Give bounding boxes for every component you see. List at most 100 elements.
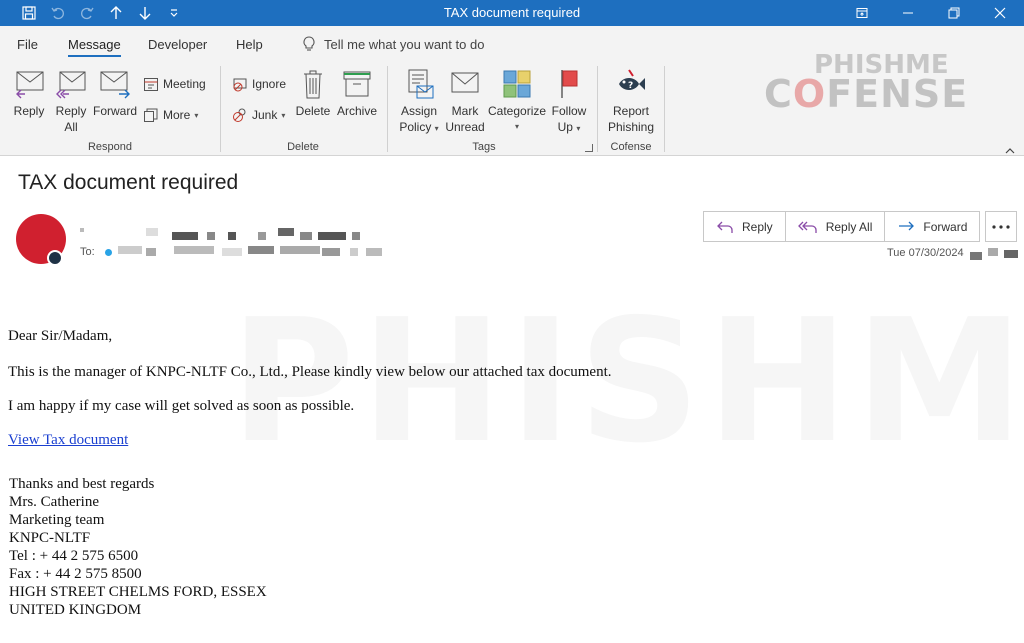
calendar-icon (144, 78, 158, 91)
junk-icon (233, 108, 246, 122)
report-phishing-label-1: Report (612, 104, 650, 118)
ribbon-display-icon[interactable] (839, 0, 885, 26)
header-reply-all-button[interactable]: Reply All (786, 212, 886, 241)
close-icon[interactable] (977, 0, 1023, 26)
reply-all-button[interactable]: Reply All (52, 68, 90, 135)
mark-unread-label-2: Unread (445, 120, 485, 134)
follow-up-button[interactable]: Follow Up ▾ (548, 68, 590, 137)
more-actions-button[interactable] (985, 211, 1017, 242)
more-label: More (163, 108, 191, 122)
dialog-launcher-icon[interactable] (585, 144, 593, 152)
reply-icon (16, 71, 44, 99)
delete-label: Delete (295, 104, 331, 118)
tab-help[interactable]: Help (236, 37, 263, 52)
reply-all-label-2: All (64, 120, 78, 134)
archive-button[interactable]: Archive (335, 68, 379, 119)
report-phishing-button[interactable]: ? Report Phishing (604, 68, 658, 135)
meeting-button[interactable]: Meeting (143, 76, 206, 92)
tab-message[interactable]: Message (68, 37, 121, 57)
report-phishing-label-2: Phishing (607, 120, 655, 134)
assign-policy-label-2: Policy (399, 120, 432, 134)
body-line-1: This is the manager of KNPC-NLTF Co., Lt… (8, 364, 612, 380)
forward-button[interactable]: Forward (92, 68, 138, 119)
body-line-2: I am happy if my case will get solved as… (8, 398, 355, 414)
mark-unread-icon (451, 72, 479, 93)
ignore-icon (233, 78, 247, 92)
tell-me-search[interactable]: Tell me what you want to do (302, 36, 484, 52)
svg-text:?: ? (628, 81, 633, 91)
tags-group-label: Tags (472, 141, 496, 153)
ignore-label: Ignore (252, 77, 287, 91)
mark-unread-button[interactable]: Mark Unread (445, 68, 485, 135)
title-bar: TAX document required (0, 0, 1024, 26)
to-label: To: (80, 246, 95, 258)
cofense-logo: PHISHME COFENSE (764, 50, 976, 122)
chevron-down-icon: ▾ (194, 110, 199, 120)
assign-policy-icon (408, 69, 434, 99)
more-respond-button[interactable]: More ▾ (143, 107, 198, 123)
signature-line: Marketing team (9, 512, 105, 528)
archive-icon (343, 71, 371, 97)
categorize-label: Categorize (488, 104, 547, 118)
collapse-ribbon-icon[interactable] (1005, 144, 1015, 158)
redo-icon[interactable] (73, 0, 101, 26)
categorize-button[interactable]: Categorize ▾ (488, 68, 546, 135)
signature-line: Thanks and best regards (9, 476, 155, 492)
mark-unread-label-1: Mark (451, 104, 479, 118)
header-forward-button[interactable]: Forward (885, 212, 979, 241)
delete-button[interactable]: Delete (295, 68, 331, 119)
assign-policy-button[interactable]: Assign Policy ▾ (396, 68, 442, 137)
reply-button[interactable]: Reply (10, 68, 48, 119)
ribbon-divider (597, 66, 598, 152)
respond-group-label: Respond (87, 141, 133, 153)
follow-up-label-2: Up (557, 120, 573, 134)
header-reply-label: Reply (742, 219, 773, 234)
undo-icon[interactable] (44, 0, 72, 26)
follow-up-label-1: Follow (551, 104, 587, 118)
tab-file[interactable]: File (17, 37, 38, 52)
minimize-icon[interactable] (885, 0, 931, 26)
next-item-icon[interactable] (131, 0, 159, 26)
signature-line: HIGH STREET CHELMS FORD, ESSEX (9, 584, 267, 600)
reply-all-icon (56, 71, 86, 99)
greeting: Dear Sir/Madam, (8, 328, 113, 344)
tab-developer[interactable]: Developer (148, 37, 207, 52)
signature-line: Mrs. Catherine (9, 494, 99, 510)
recipient-presence-dot (105, 249, 112, 256)
archive-label: Archive (336, 104, 377, 118)
trash-icon (304, 70, 322, 99)
presence-indicator (47, 250, 63, 266)
reply-arrow-icon (717, 221, 733, 233)
restore-icon[interactable] (931, 0, 977, 26)
ignore-button[interactable]: Ignore (232, 76, 286, 92)
reply-all-label-1: Reply (55, 104, 87, 118)
delete-group-label: Delete (287, 141, 319, 153)
chevron-down-icon: ▾ (576, 124, 581, 133)
message-subject: TAX document required (18, 171, 239, 194)
reply-all-arrow-icon (797, 221, 817, 233)
signature: Thanks and best regards Mrs. Catherine M… (9, 475, 267, 619)
more-icon (144, 108, 158, 122)
ribbon-divider (387, 66, 388, 152)
header-reply-all-label: Reply All (825, 219, 873, 234)
message-actions: Reply Reply All Forward (703, 211, 981, 242)
junk-button[interactable]: Junk ▾ (232, 107, 285, 123)
previous-item-icon[interactable] (102, 0, 130, 26)
ribbon: Reply Reply All Forward Meeting More ▾ R… (0, 50, 1024, 158)
customize-toolbar-icon[interactable] (160, 0, 188, 26)
save-icon[interactable] (15, 0, 43, 26)
view-tax-document-link[interactable]: View Tax document (8, 432, 128, 448)
lightbulb-icon (303, 36, 315, 51)
chevron-down-icon: ▾ (434, 124, 439, 133)
chevron-down-icon: ▾ (514, 122, 519, 131)
header-reply-button[interactable]: Reply (704, 212, 786, 241)
signature-line: KNPC-NLTF (9, 530, 91, 546)
meeting-label: Meeting (163, 77, 206, 91)
signature-line: Fax : + 44 2 575 8500 (9, 566, 142, 582)
chevron-down-icon: ▾ (281, 110, 286, 120)
signature-line: Tel : + 44 2 575 6500 (9, 548, 139, 564)
cofense-group-label: Cofense (610, 141, 652, 153)
signature-line: UNITED KINGDOM (9, 602, 142, 618)
tell-me-label: Tell me what you want to do (324, 36, 485, 52)
header-forward-label: Forward (923, 219, 968, 234)
